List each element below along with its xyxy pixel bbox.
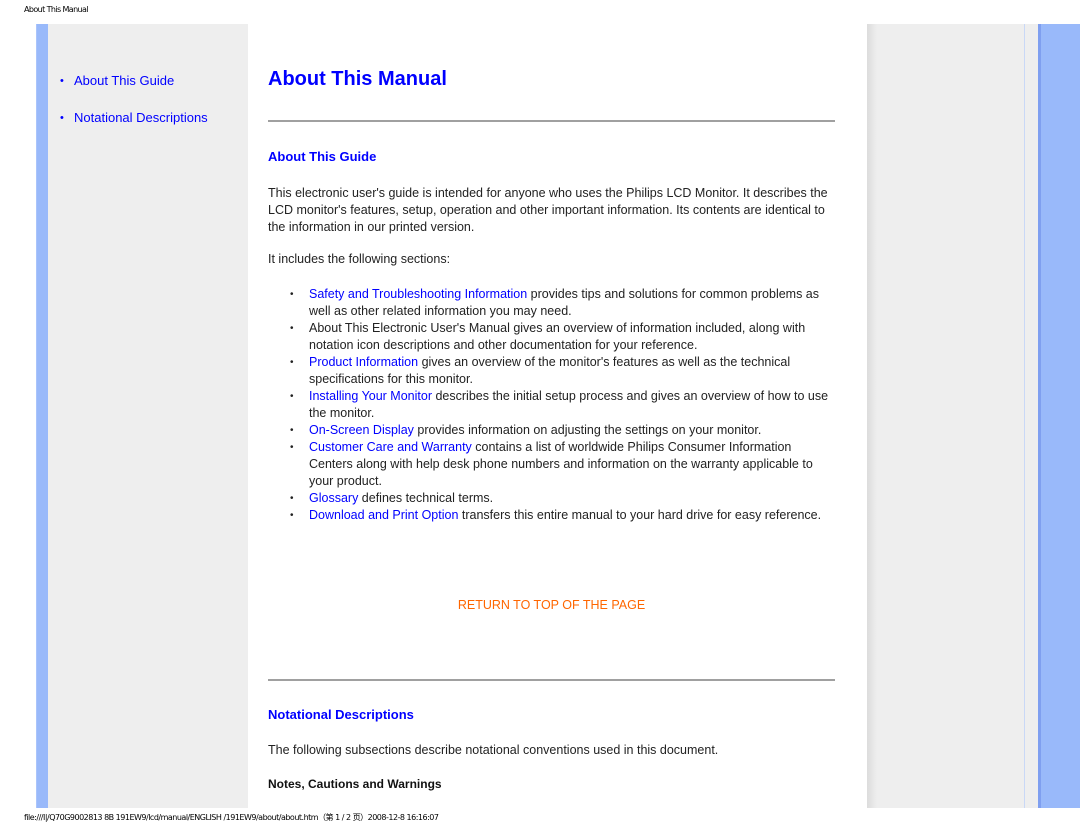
- link-product-information[interactable]: Product Information: [309, 355, 418, 369]
- list-item-text: About This Electronic User's Manual give…: [309, 321, 806, 352]
- bullet-icon: •: [290, 442, 294, 453]
- link-glossary[interactable]: Glossary: [309, 491, 358, 505]
- right-decorative-band: [1038, 24, 1080, 808]
- list-item: • On-Screen Display provides information …: [288, 422, 833, 439]
- left-nav-item-notational: • Notational Descriptions: [60, 110, 208, 147]
- link-installing-monitor[interactable]: Installing Your Monitor: [309, 389, 432, 403]
- bullet-icon: •: [290, 323, 294, 334]
- list-item: • Download and Print Option transfers thi…: [288, 507, 833, 524]
- list-item: • Product Information gives an overview o…: [288, 354, 833, 388]
- divider: [268, 679, 835, 681]
- page-footer: file:///I|/Q70G9002813 8B 191EW9/lcd/man…: [24, 813, 439, 822]
- right-decorative-panel: [867, 24, 1038, 808]
- section-heading-about-guide: About This Guide: [268, 149, 377, 164]
- list-item: • Installing Your Monitor describes the i…: [288, 388, 833, 422]
- divider: [268, 120, 835, 122]
- left-nav-link-notational-descriptions[interactable]: Notational Descriptions: [74, 110, 208, 126]
- list-item-text: provides information on adjusting the se…: [413, 423, 762, 437]
- guide-intro-paragraph: This electronic user's guide is intended…: [268, 186, 828, 234]
- bullet-icon: •: [290, 493, 294, 504]
- includes-paragraph: It includes the following sections:: [268, 252, 451, 266]
- left-nav-link-about-guide[interactable]: About This Guide: [74, 73, 174, 89]
- subheading-notes-cautions-warnings: Notes, Cautions and Warnings: [268, 777, 442, 791]
- list-item-text: transfers this entire manual to your har…: [458, 508, 822, 522]
- bullet-icon: •: [290, 425, 294, 436]
- panel-divider-line: [1024, 24, 1025, 808]
- sections-list: • Safety and Troubleshooting Information …: [288, 286, 833, 524]
- bullet-icon: •: [290, 289, 294, 300]
- left-navigation-panel: • About This Guide • Notational Descript…: [48, 24, 248, 808]
- panel-shade: [867, 24, 877, 808]
- link-on-screen-display[interactable]: On-Screen Display: [309, 423, 414, 437]
- page-title: About This Manual: [268, 68, 447, 90]
- link-safety-troubleshooting[interactable]: Safety and Troubleshooting Information: [309, 287, 527, 301]
- bullet-icon: •: [60, 112, 64, 124]
- section-heading-notational-descriptions: Notational Descriptions: [268, 707, 414, 722]
- bullet-icon: •: [60, 75, 64, 87]
- left-decorative-strip: [36, 24, 48, 808]
- list-item: • Customer Care and Warranty contains a l…: [288, 439, 833, 490]
- left-nav-list: • About This Guide • Notational Descript…: [60, 73, 208, 147]
- page-header: About This Manual: [24, 5, 89, 14]
- link-download-print-option[interactable]: Download and Print Option: [309, 508, 458, 522]
- list-item: • About This Electronic User's Manual giv…: [288, 320, 833, 354]
- bullet-icon: •: [290, 510, 294, 521]
- return-to-top-link[interactable]: RETURN TO TOP OF THE PAGE: [268, 598, 835, 612]
- list-item: • Glossary defines technical terms.: [288, 490, 833, 507]
- bullet-icon: •: [290, 357, 294, 368]
- bullet-icon: •: [290, 391, 294, 402]
- notational-intro-paragraph: The following subsections describe notat…: [268, 743, 719, 757]
- left-nav-item-about-guide: • About This Guide: [60, 73, 208, 110]
- list-item-text: defines technical terms.: [358, 491, 494, 505]
- link-customer-care-warranty[interactable]: Customer Care and Warranty: [309, 440, 472, 454]
- list-item: • Safety and Troubleshooting Information …: [288, 286, 833, 320]
